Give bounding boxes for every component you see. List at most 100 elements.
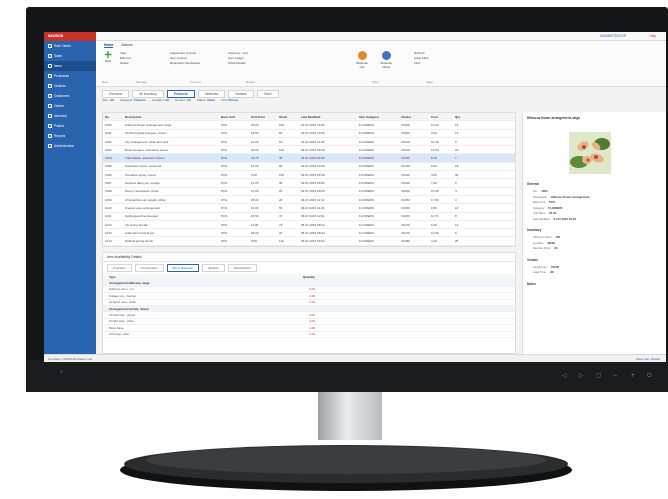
monitor-control-button[interactable]: ▷: [579, 372, 584, 379]
table-row[interactable]: 1006 Carnation spray, mixed PCS 9.50 150 03-0…: [103, 171, 515, 180]
new-button-label: New: [104, 59, 111, 63]
factbox-section-header[interactable]: Notes: [527, 282, 536, 286]
table-row[interactable]: 1008 Peony centrepiece, blush PCS 27.00 26 03…: [103, 188, 515, 196]
monitor-control-button[interactable]: +: [630, 372, 635, 379]
ribbon-tab-home[interactable]: Home: [104, 43, 114, 48]
monitor-control-button[interactable]: −: [613, 372, 618, 379]
field-label: No.: [533, 189, 538, 193]
nav-item-icon: [48, 54, 52, 58]
field-label: Description: [533, 194, 547, 199]
monitor-control-button[interactable]: ▢: [596, 372, 602, 379]
status-link[interactable]: Show Item Details: [636, 357, 660, 361]
table-cell: 1008: [105, 189, 112, 194]
details-tab[interactable]: Overview: [107, 264, 132, 272]
column-header[interactable]: No.: [103, 115, 123, 119]
sidebar-item[interactable]: Orders: [44, 101, 96, 111]
table-cell: 8.10: [431, 156, 437, 161]
sidebar-item[interactable]: Inventory: [44, 111, 96, 121]
filter-value: Flowers: [134, 98, 146, 102]
factbox-section-header[interactable]: Vendor: [527, 258, 538, 262]
table-row[interactable]: 1002 Lily arrangement, white and pink PCS 2…: [103, 138, 515, 147]
table-row[interactable]: 1011 Hydrangea blue bouquet PCS 23.50 47 04-0…: [103, 213, 515, 221]
details-tab[interactable]: Variants: [201, 264, 225, 272]
document-tab[interactable]: Stock: [256, 90, 279, 98]
table-row[interactable]: 1001 Orchid tropical bouquet, mixed PCS 18.…: [103, 130, 515, 138]
sidebar-item[interactable]: Administration: [44, 141, 96, 151]
column-header[interactable]: Stock: [277, 115, 299, 119]
table-row[interactable]: 1000 Hibiscus flower arrangement, large PC…: [103, 121, 515, 130]
table-cell: 22: [455, 147, 459, 152]
filter-chip[interactable]: Location: All: [152, 98, 169, 102]
table-row[interactable]: 1010 Freesia vase arrangement PCS 19.00 55 04…: [103, 204, 515, 213]
table-row[interactable]: 1013 Anthurium tropical pot PCS 26.00 31 05-0…: [103, 229, 515, 238]
field-value: FLOWERS: [548, 205, 563, 210]
table-row[interactable]: 1003 Rose bouquet, red twelve stems PCS 30.…: [103, 146, 515, 155]
factbox-section-header[interactable]: General: [527, 182, 539, 186]
table-cell: Lily arrangement, white and pink: [125, 139, 169, 144]
filter-chip[interactable]: Status: Open: [197, 98, 215, 102]
monitor-control-button[interactable]: ⏻: [647, 372, 652, 380]
table-cell: 11.00: [251, 222, 259, 227]
filter-chip[interactable]: Category: Flowers: [120, 98, 146, 102]
document-tab[interactable]: Variants: [228, 90, 254, 98]
ribbon-item-requisition[interactable]: Requisition Worksheet: [170, 61, 200, 66]
table-cell: 26.00: [251, 230, 259, 235]
user-menu[interactable]: ADMINISTRATOR: [600, 34, 626, 38]
table-row[interactable]: 1005 Sunflower bunch, seasonal PCS 12.00 90 0…: [103, 163, 515, 172]
factbox-field: Location MAIN: [533, 241, 555, 245]
show-as-chart-button[interactable]: Show as Chart: [378, 51, 394, 69]
details-tab[interactable]: Components: [134, 264, 164, 272]
table-cell: 1004: [105, 156, 112, 161]
table-cell: 35.00: [251, 197, 259, 202]
column-header[interactable]: Unit Price: [249, 115, 277, 119]
table-cell: 4.10: [431, 239, 437, 244]
ribbon-tab-actions[interactable]: Actions: [121, 43, 132, 48]
column-header[interactable]: Cost: [429, 115, 453, 119]
group-label-report: Report: [246, 80, 256, 84]
list-item[interactable]: Gift wrap, clear 1.00: [103, 332, 515, 338]
document-tab[interactable]: All Inventory: [132, 90, 164, 98]
sidebar-item[interactable]: Purchases: [44, 71, 96, 81]
nav-item-icon: [48, 144, 52, 148]
filter-chip[interactable]: Unit: Pieces: [221, 98, 238, 102]
factbox-section-header[interactable]: Inventory: [527, 228, 541, 232]
filter-value: All: [109, 98, 114, 102]
ribbon-item-stock-details[interactable]: Stock Details: [228, 61, 248, 66]
table-cell: Tulip basket, assorted colours: [125, 156, 165, 161]
column-header[interactable]: Last Modified: [299, 115, 357, 119]
table-row[interactable]: 1014 Daffodil spring bunch PCS 8.50 110 05-07…: [103, 237, 515, 246]
document-tab[interactable]: Overview: [102, 90, 130, 98]
table-row[interactable]: 1004 Tulip basket, assorted colours PCS 16.…: [103, 154, 515, 163]
col-type: Type: [109, 274, 116, 279]
table-cell: 18.50: [251, 131, 259, 136]
table-row[interactable]: 1012 Iris spring bundle PCS 11.00 73 05-07-20…: [103, 221, 515, 230]
factbox-field: No. 1000: [533, 189, 548, 193]
ribbon-item-find[interactable]: Find: [414, 61, 429, 66]
document-tab[interactable]: Products: [166, 90, 195, 98]
ribbon-item-delete[interactable]: Delete: [120, 61, 131, 66]
column-header[interactable]: Description: [123, 115, 219, 119]
filter-chip[interactable]: Vendor: All: [175, 98, 191, 102]
sidebar-item[interactable]: Vendors: [44, 81, 96, 91]
column-header[interactable]: Vendor: [399, 115, 429, 119]
details-tab[interactable]: Substitutions: [227, 264, 257, 272]
help-link[interactable]: Help: [649, 34, 656, 38]
group-label-new: New: [102, 80, 109, 84]
details-tab[interactable]: Bill of Materials: [166, 264, 199, 272]
show-as-list-button[interactable]: Show as List: [354, 51, 370, 69]
column-header[interactable]: Item Category: [357, 115, 399, 119]
sidebar-item[interactable]: Sales: [44, 51, 96, 61]
table-row[interactable]: 1007 Gerbera daisy pot, orange PCS 14.25 38 0…: [103, 179, 515, 188]
new-button[interactable]: New: [100, 51, 116, 63]
table-row[interactable]: 1009 Chrysanthemum wreath, white PCS 35.00 2…: [103, 196, 515, 205]
column-header[interactable]: Qty: [453, 115, 473, 119]
sidebar-item[interactable]: Role Center: [44, 41, 96, 51]
monitor-control-button[interactable]: ◁: [562, 372, 567, 379]
filter-chip[interactable]: Item: All: [102, 98, 114, 102]
document-tab[interactable]: Attributes: [197, 90, 226, 98]
sidebar-item[interactable]: Posted: [44, 121, 96, 131]
sidebar-item[interactable]: Customers: [44, 91, 96, 101]
sidebar-item[interactable]: Items: [44, 61, 96, 71]
sidebar-item[interactable]: Reports: [44, 131, 96, 141]
column-header[interactable]: Base Unit: [219, 115, 249, 119]
